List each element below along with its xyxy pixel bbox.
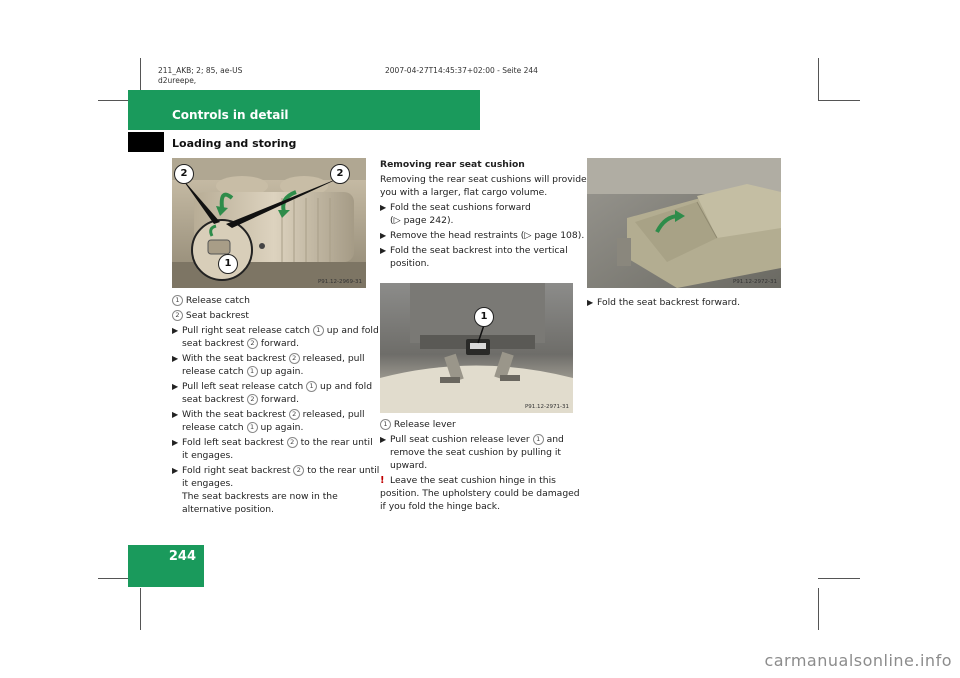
- callout-2-right: 2: [330, 164, 350, 184]
- callout-1: 1: [218, 254, 238, 274]
- photo-seat-cushion-release-lever-image: [380, 283, 573, 413]
- step-arrow-icon: ▶: [380, 246, 387, 255]
- legend-item: 2 Seat backrest: [172, 309, 372, 322]
- section-heading: Removing rear seat cushion: [380, 159, 525, 170]
- crop-mark: [818, 588, 819, 630]
- step-arrow-icon: ▶: [172, 354, 179, 363]
- legend-item: 1 Release catch: [172, 294, 372, 307]
- step-item: ▶ Pull left seat release catch 1 up and f…: [172, 381, 373, 405]
- step-item: ▶ Fold left seat backrest 2 to the rear u…: [172, 437, 373, 461]
- photo-folded-seat-backrest: P91.12-2972-31: [587, 158, 781, 288]
- step-arrow-icon: ▶: [172, 438, 179, 447]
- step-arrow-icon: ▶: [172, 382, 179, 391]
- step-item: ▶ With the seat backrest 2 released, pull…: [172, 409, 365, 433]
- step-arrow-icon: ▶: [587, 298, 594, 307]
- column-2-bottom: 1 Release lever ▶ Pull seat cushion relea…: [380, 418, 580, 515]
- print-meta-line1-left: 211_AKB; 2; 85, ae-US: [158, 66, 243, 75]
- crop-mark: [818, 100, 860, 101]
- step-item: ▶ Remove the head restraints (▷ page 108)…: [380, 230, 585, 241]
- callout-2-left: 2: [174, 164, 194, 184]
- step-arrow-icon: ▶: [380, 203, 387, 212]
- photo-folded-seat-backrest-image: [587, 158, 781, 288]
- step-item: ▶ Fold the seat cushions forward (▷ page 2…: [380, 202, 531, 226]
- photo-code: P91.12-2971-31: [524, 404, 569, 410]
- print-meta-line2: d2ureepe,: [158, 76, 197, 85]
- photo-code: P91.12-2969-31: [317, 279, 362, 285]
- step-arrow-icon: ▶: [380, 435, 387, 444]
- watermark: carmanualsonline.info: [764, 651, 952, 670]
- photo-rear-seat-backrests: 2 2 1 P91.12-2969-31: [172, 158, 366, 288]
- step-arrow-icon: ▶: [380, 231, 387, 240]
- section-title: Controls in detail: [172, 108, 289, 122]
- warning-icon: !: [380, 475, 385, 486]
- step-item: ▶ Fold the seat backrest forward.: [587, 297, 740, 308]
- photo-seat-cushion-release-lever: 1 P91.12-2971-31: [380, 283, 573, 413]
- photo-code: P91.12-2972-31: [732, 279, 777, 285]
- subsection-title: Loading and storing: [172, 137, 297, 150]
- section-tab-marker: [128, 132, 164, 152]
- crop-mark: [140, 588, 141, 630]
- step-item: ▶ Fold right seat backrest 2 to the rear …: [172, 465, 380, 515]
- step-item: ▶ Pull seat cushion release lever 1 and re…: [380, 434, 564, 471]
- step-arrow-icon: ▶: [172, 326, 179, 335]
- warning-note: ! Leave the seat cushion hinge in this pos…: [380, 475, 580, 512]
- step-item: ▶ With the seat backrest 2 released, pull…: [172, 353, 365, 377]
- callout-1: 1: [474, 307, 494, 327]
- step-item: ▶ Fold the seat backrest into the vertica…: [380, 245, 568, 269]
- column-1: 1 Release catch 2 Seat backrest ▶ Pull ri…: [172, 294, 380, 518]
- step-arrow-icon: ▶: [172, 466, 179, 475]
- print-meta-line1-right: 2007-04-27T14:45:37+02:00 - Seite 244: [385, 66, 538, 75]
- column-2-top: Removing rear seat cushion Removing the …: [380, 158, 587, 272]
- step-arrow-icon: ▶: [172, 410, 179, 419]
- page-number-box: 244: [128, 545, 204, 587]
- intro-text: Removing the rear seat cushions will pro…: [380, 174, 587, 198]
- crop-mark: [818, 58, 819, 100]
- step-item: ▶ Pull right seat release catch 1 up and …: [172, 325, 379, 349]
- legend-item: 1 Release lever: [380, 418, 580, 431]
- column-3: ▶ Fold the seat backrest forward.: [587, 296, 787, 311]
- page-number: 244: [168, 549, 196, 564]
- crop-mark: [818, 578, 860, 579]
